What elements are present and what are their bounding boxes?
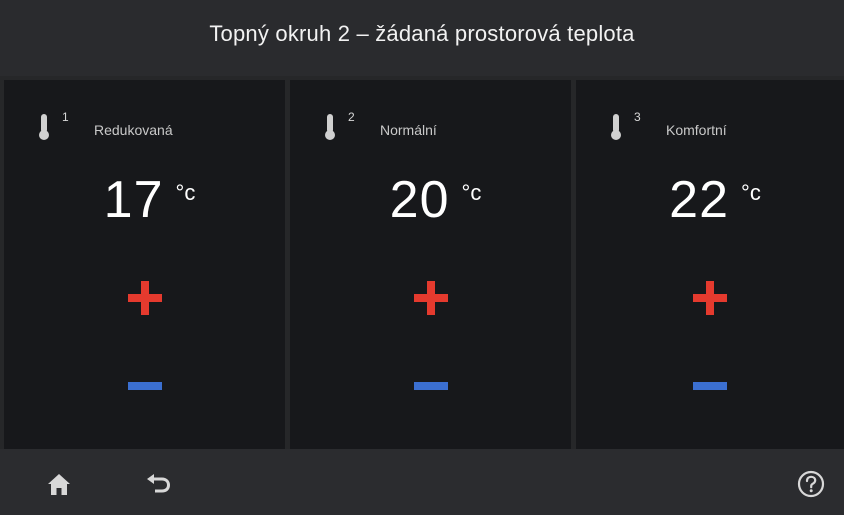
- mode-label: Normální: [380, 122, 437, 138]
- thermometer-icon: [39, 114, 49, 140]
- temperature-panels: 1 Redukovaná 17 °c 2 Normální 20 °c 3 Ko…: [0, 76, 844, 449]
- back-icon: [147, 474, 170, 493]
- temperature-display: 17 °c: [4, 170, 285, 230]
- temperature-unit: °c: [461, 180, 482, 205]
- temperature-value: 20: [389, 171, 450, 229]
- thermometer-icon: [611, 114, 621, 140]
- thermometer-index: 1: [62, 110, 69, 124]
- thermometer-index: 2: [348, 110, 355, 124]
- home-button[interactable]: [34, 461, 84, 507]
- temperature-unit: °c: [175, 180, 196, 205]
- panel-normal: 2 Normální 20 °c: [290, 80, 571, 449]
- increase-button[interactable]: [693, 281, 727, 315]
- temperature-value: 22: [669, 171, 730, 229]
- increase-button[interactable]: [413, 281, 448, 315]
- temperature-value: 17: [103, 171, 164, 229]
- page-title: Topný okruh 2 – žádaná prostorová teplot…: [209, 21, 635, 46]
- header: Topný okruh 2 – žádaná prostorová teplot…: [0, 0, 844, 76]
- home-icon: [48, 474, 70, 495]
- panel-comfort: 3 Komfortní 22 °c: [576, 80, 844, 449]
- help-icon: [797, 470, 825, 498]
- footer-bar: [0, 449, 844, 515]
- mode-label: Komfortní: [666, 122, 727, 138]
- increase-button[interactable]: [127, 281, 162, 315]
- panel-reduced: 1 Redukovaná 17 °c: [4, 80, 285, 449]
- decrease-button[interactable]: [127, 376, 162, 396]
- mode-label: Redukovaná: [94, 122, 173, 138]
- thermometer-index: 3: [634, 110, 641, 124]
- decrease-button[interactable]: [693, 376, 727, 396]
- thermometer-icon: [325, 114, 335, 140]
- decrease-button[interactable]: [413, 376, 448, 396]
- temperature-unit: °c: [741, 180, 761, 205]
- temperature-display: 22 °c: [576, 170, 844, 230]
- help-button[interactable]: [786, 461, 836, 507]
- back-button[interactable]: [134, 461, 184, 507]
- screen: Topný okruh 2 – žádaná prostorová teplot…: [0, 0, 844, 515]
- temperature-display: 20 °c: [290, 170, 571, 230]
